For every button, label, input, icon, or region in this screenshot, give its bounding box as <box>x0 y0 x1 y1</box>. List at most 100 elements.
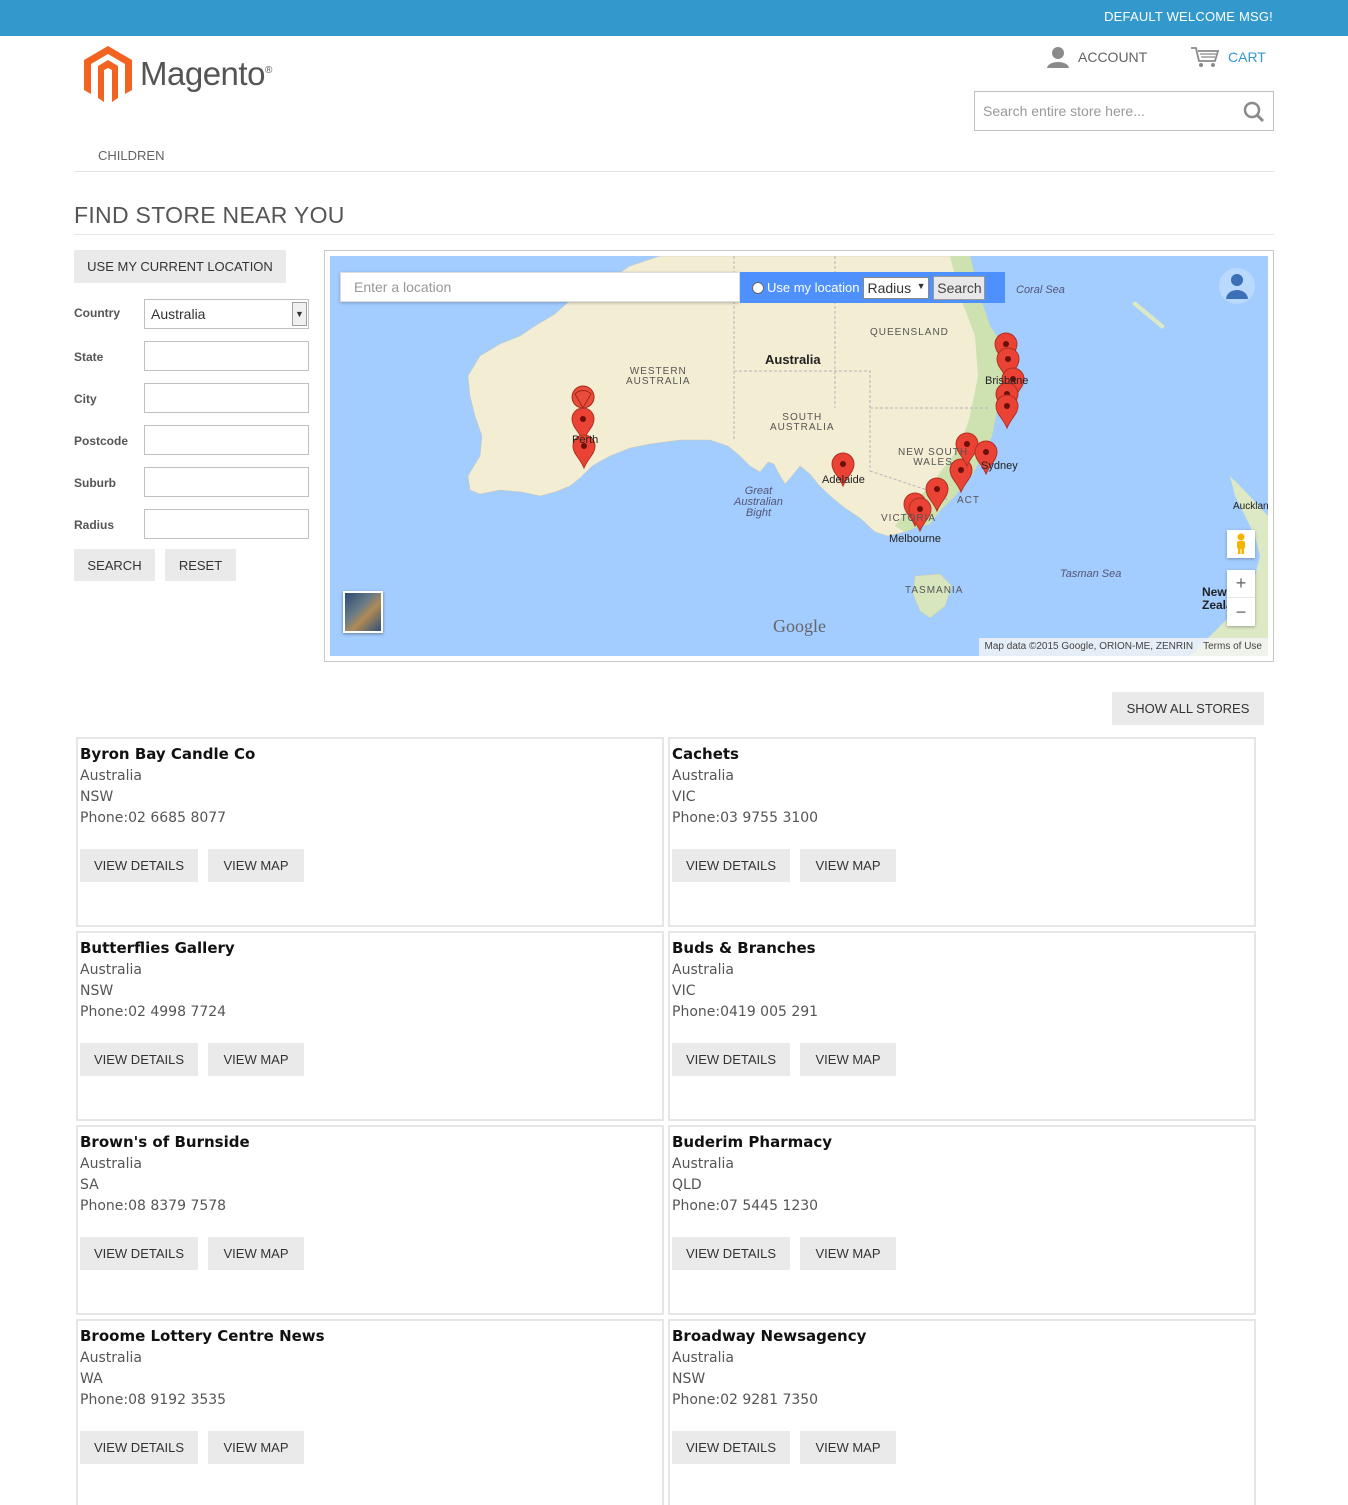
store-card: Butterflies Gallery Australia NSW Phone:02 … <box>76 931 664 1121</box>
show-all-stores-button[interactable]: SHOW ALL STORES <box>1112 692 1264 725</box>
radius-select[interactable]: Radius ▼ <box>863 276 930 299</box>
logo[interactable]: Magento® <box>82 44 272 104</box>
use-my-location-radio[interactable] <box>752 281 764 294</box>
store-card: Buds & Branches Australia VIC Phone:0419 00… <box>668 931 1256 1121</box>
state-label: State <box>74 350 104 364</box>
country-select[interactable]: Australia ▼ <box>144 299 309 329</box>
view-details-button[interactable]: VIEW DETAILS <box>80 1237 198 1270</box>
zoom-out-button[interactable]: − <box>1227 598 1255 626</box>
phone-label: Phone: <box>672 1004 721 1020</box>
view-map-button[interactable]: VIEW MAP <box>208 849 304 882</box>
search-icon[interactable] <box>1243 101 1265 127</box>
map-label-sydney: Sydney <box>981 460 1018 472</box>
radius-field[interactable] <box>144 509 309 539</box>
map-location-search <box>340 272 740 302</box>
store-name: Buds & Branches <box>672 939 816 957</box>
search-input[interactable] <box>975 92 1230 130</box>
store-markers <box>571 332 1025 532</box>
use-my-location-label: Use my location <box>767 280 860 295</box>
map-label-queensland: QUEENSLAND <box>870 327 949 338</box>
store-search <box>974 91 1274 131</box>
view-map-button[interactable]: VIEW MAP <box>208 1043 304 1076</box>
page-title: FIND STORE NEAR YOU <box>74 202 345 228</box>
postcode-label: Postcode <box>74 434 129 448</box>
radius-label: Radius <box>74 518 115 532</box>
country-row: Country Australia ▼ <box>74 299 310 329</box>
city-row: City <box>74 383 310 413</box>
view-details-button[interactable]: VIEW DETAILS <box>672 1237 790 1270</box>
store-name: Brown's of Burnside <box>80 1133 250 1151</box>
store-card: Brown's of Burnside Australia SA Phone:08 8… <box>76 1125 664 1315</box>
store-state: VIC <box>672 789 696 805</box>
suburb-row: Suburb <box>74 467 310 497</box>
store-phone: Phone:02 4998 7724 <box>80 1004 226 1020</box>
store-marker[interactable] <box>995 394 1019 429</box>
cart-icon <box>1191 47 1220 67</box>
view-map-button[interactable]: VIEW MAP <box>800 1043 896 1076</box>
account-link[interactable]: ACCOUNT <box>1046 46 1147 68</box>
reset-button[interactable]: RESET <box>165 549 236 581</box>
map-label-western-australia: WESTERN AUSTRALIA <box>626 366 691 387</box>
state-row: State <box>74 341 310 371</box>
postcode-field[interactable] <box>144 425 309 455</box>
view-map-button[interactable]: VIEW MAP <box>800 1431 896 1464</box>
map-label-act: ACT <box>957 495 980 506</box>
view-map-button[interactable]: VIEW MAP <box>800 1237 896 1270</box>
view-details-button[interactable]: VIEW DETAILS <box>80 849 198 882</box>
location-input[interactable] <box>341 273 739 301</box>
map-label-victoria: VICTORIA <box>881 513 937 524</box>
postcode-row: Postcode <box>74 425 310 455</box>
google-logo: Google <box>773 616 826 636</box>
store-name: Byron Bay Candle Co <box>80 745 256 763</box>
suburb-field[interactable] <box>144 467 309 497</box>
welcome-message: DEFAULT WELCOME MSG! <box>1104 9 1273 24</box>
store-phone: Phone:0419 005 291 <box>672 1004 818 1020</box>
use-current-location-button[interactable]: USE MY CURRENT LOCATION <box>74 250 286 283</box>
terms-of-use-link[interactable]: Terms of Use <box>1203 641 1262 652</box>
phone-label: Phone: <box>672 810 721 826</box>
view-details-button[interactable]: VIEW DETAILS <box>672 849 790 882</box>
account-avatar-icon[interactable] <box>1219 268 1255 304</box>
cart-link[interactable]: CART <box>1190 46 1266 68</box>
map-search-button[interactable]: Search <box>933 275 986 300</box>
view-details-button[interactable]: VIEW DETAILS <box>80 1431 198 1464</box>
zoom-control: + − <box>1227 570 1255 626</box>
store-name: Cachets <box>672 745 739 763</box>
store-map[interactable]: Australia QUEENSLAND WESTERN AUSTRALIA SO… <box>330 256 1268 656</box>
view-details-button[interactable]: VIEW DETAILS <box>672 1431 790 1464</box>
store-name: Butterflies Gallery <box>80 939 235 957</box>
search-button[interactable]: SEARCH <box>74 549 155 581</box>
map-attribution: Map data ©2015 Google, ORION-ME, ZENRIN T… <box>978 638 1268 656</box>
nav-item-children[interactable]: CHILDREN <box>98 148 164 163</box>
suburb-label: Suburb <box>74 476 116 490</box>
satellite-toggle[interactable] <box>343 591 383 633</box>
map-label-nsw: NEW SOUTH WALES <box>898 447 969 468</box>
view-map-button[interactable]: VIEW MAP <box>800 849 896 882</box>
phone-number: 08 8379 7578 <box>128 1198 227 1214</box>
store-state: NSW <box>80 789 114 805</box>
phone-number: 02 9281 7350 <box>720 1392 819 1408</box>
pegman-icon[interactable] <box>1227 530 1255 558</box>
chevron-down-icon: ▼ <box>292 302 307 326</box>
phone-label: Phone: <box>672 1392 721 1408</box>
store-state: WA <box>80 1371 103 1387</box>
store-map-frame: Australia QUEENSLAND WESTERN AUSTRALIA SO… <box>324 250 1274 662</box>
zoom-in-button[interactable]: + <box>1227 570 1255 598</box>
state-field[interactable] <box>144 341 309 371</box>
city-field[interactable] <box>144 383 309 413</box>
store-country: Australia <box>672 1156 734 1172</box>
store-card: Broadway Newsagency Australia NSW Phone:02 … <box>668 1319 1256 1505</box>
phone-label: Phone: <box>672 1198 721 1214</box>
store-country: Australia <box>672 962 734 978</box>
phone-number: 08 9192 3535 <box>128 1392 227 1408</box>
view-map-button[interactable]: VIEW MAP <box>208 1237 304 1270</box>
user-icon <box>1047 47 1069 68</box>
view-details-button[interactable]: VIEW DETAILS <box>672 1043 790 1076</box>
logo-text: Magento® <box>140 55 272 92</box>
phone-number: 02 6685 8077 <box>128 810 227 826</box>
view-details-button[interactable]: VIEW DETAILS <box>80 1043 198 1076</box>
store-card: Buderim Pharmacy Australia QLD Phone:07 544… <box>668 1125 1256 1315</box>
view-map-button[interactable]: VIEW MAP <box>208 1431 304 1464</box>
store-phone: Phone:02 6685 8077 <box>80 810 226 826</box>
store-phone: Phone:08 8379 7578 <box>80 1198 226 1214</box>
